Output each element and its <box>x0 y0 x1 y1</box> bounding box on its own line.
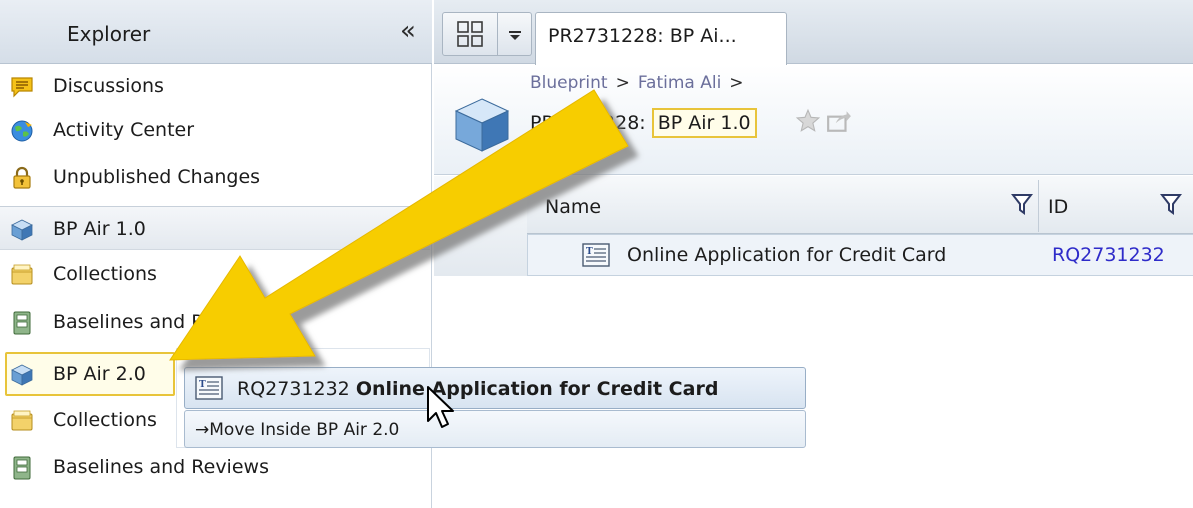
artifact-id: PR2731228: <box>530 112 646 134</box>
activity-globe-icon <box>11 120 33 142</box>
project-cube-icon <box>454 98 510 152</box>
sidebar-item-discussions[interactable]: Discussions <box>0 64 430 108</box>
breadcrumb-link-user[interactable]: Fatima Ali <box>638 73 721 93</box>
collections-folder-icon <box>11 410 33 431</box>
sidebar-item-label: BP Air 1.0 <box>53 218 146 240</box>
arrow-right-icon: → <box>195 420 210 440</box>
project-cube-icon <box>11 364 33 386</box>
grid-icon <box>457 21 483 47</box>
sidebar-item-label: Baselines and Reviews <box>53 311 269 333</box>
dragged-artifact-name: Online Application for Credit Card <box>355 378 719 400</box>
svg-text:T: T <box>199 380 206 390</box>
column-divider <box>1038 180 1039 232</box>
sidebar-item-label: Collections <box>53 263 157 285</box>
breadcrumb-separator: > <box>615 73 630 93</box>
tile-view-button[interactable] <box>442 12 498 56</box>
sidebar-item-label: Discussions <box>53 75 164 97</box>
dragged-artifact-label: RQ2731232 Online Application for Credit … <box>237 378 718 400</box>
row-id-link[interactable]: RQ2731232 <box>1052 244 1165 266</box>
svg-text:T: T <box>586 247 593 257</box>
sidebar-item-baselines-and-reviews-2[interactable]: Baselines and Reviews <box>0 445 430 489</box>
text-requirement-icon: T <box>195 376 223 400</box>
collections-folder-icon <box>11 264 33 285</box>
text-requirement-icon: T <box>582 243 610 267</box>
dragged-artifact[interactable]: T RQ2731232 Online Application for Credi… <box>184 367 806 409</box>
artifact-name: BP Air 1.0 <box>651 108 757 138</box>
favorite-star-icon[interactable] <box>795 108 821 134</box>
sidebar-item-unpublished-changes[interactable]: Unpublished Changes <box>0 155 430 199</box>
sidebar-item-bp-air-2[interactable]: BP Air 2.0 <box>0 352 175 396</box>
sidebar-item-collections[interactable]: Collections <box>0 252 430 296</box>
sidebar-item-label: Unpublished Changes <box>53 166 261 188</box>
dragged-artifact-id: RQ2731232 <box>237 378 350 400</box>
tab-label: PR2731228: BP Ai... <box>548 25 737 47</box>
breadcrumb-link-blueprint[interactable]: Blueprint <box>530 73 608 93</box>
sidebar-item-label: Baselines and Reviews <box>53 456 269 478</box>
filter-icon[interactable] <box>1160 192 1182 216</box>
explorer-header: Explorer « <box>0 0 432 64</box>
sidebar-item-label: Activity Center <box>53 119 195 141</box>
discussion-icon <box>11 77 33 98</box>
explorer-title: Explorer <box>67 22 151 46</box>
filter-icon[interactable] <box>1011 192 1033 216</box>
tab-list-dropdown[interactable] <box>498 12 532 56</box>
column-header-name[interactable]: Name <box>545 196 601 218</box>
grid-gutter <box>434 176 527 276</box>
artifact-title: PR2731228: BP Air 1.0 <box>530 108 757 138</box>
chevron-down-icon <box>509 31 521 40</box>
column-header-id[interactable]: ID <box>1048 196 1068 218</box>
sidebar-item-baselines-and-reviews[interactable]: Baselines and Reviews <box>0 300 430 344</box>
sidebar-item-label: Collections <box>53 409 157 431</box>
tab-artifact[interactable]: PR2731228: BP Ai... <box>535 12 787 65</box>
move-inside-action[interactable]: →Move Inside BP Air 2.0 <box>184 410 806 448</box>
baseline-icon <box>13 456 31 480</box>
sidebar-item-label: BP Air 2.0 <box>53 363 146 385</box>
sidebar-item-bp-air-1[interactable]: BP Air 1.0 <box>0 206 430 250</box>
collapse-button[interactable]: « <box>394 18 422 46</box>
sidebar-item-activity-center[interactable]: Activity Center <box>0 108 430 152</box>
project-cube-icon <box>11 219 33 241</box>
lock-icon <box>13 166 31 189</box>
baseline-icon <box>13 311 31 335</box>
share-icon[interactable] <box>825 108 853 134</box>
breadcrumb: Blueprint > Fatima Ali > <box>530 73 752 93</box>
move-inside-text: Move Inside BP Air 2.0 <box>209 420 400 440</box>
row-name-cell[interactable]: Online Application for Credit Card <box>627 244 946 266</box>
breadcrumb-separator: > <box>729 73 744 93</box>
move-inside-label: →Move Inside BP Air 2.0 <box>195 420 399 440</box>
